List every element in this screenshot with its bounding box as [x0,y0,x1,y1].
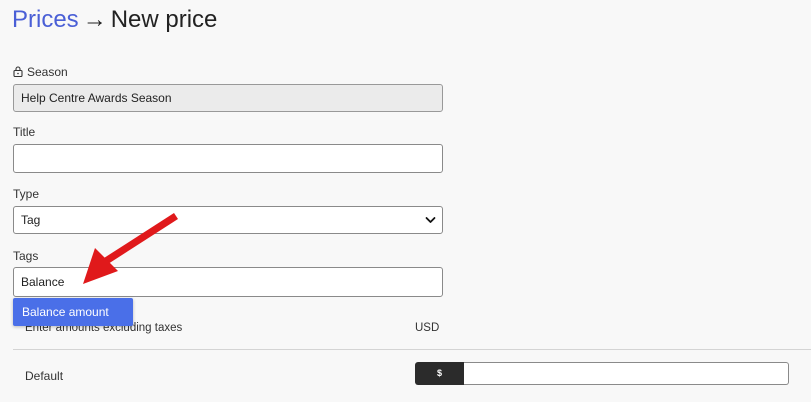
currency-symbol-badge: $ [415,362,464,385]
tags-input[interactable]: Balance [13,267,443,297]
title-label: Title [13,125,36,139]
season-label: Season [27,65,68,79]
title-input[interactable] [13,144,443,173]
default-price-label: Default [25,369,64,383]
type-select-value: Tag [21,213,41,227]
breadcrumb-arrow-icon: → [82,6,107,33]
default-price-group: $ [415,362,789,385]
tag-suggestion-item[interactable]: Balance amount [13,298,133,326]
lock-icon [13,66,23,77]
default-price-input[interactable] [464,362,789,385]
type-label: Type [13,187,40,201]
new-price-page: Prices → New price Season Help Centre Awar… [0,0,811,402]
season-field: Help Centre Awards Season [13,84,443,112]
season-label-wrapper: Season [13,65,68,79]
annotation-arrow-icon [83,213,178,284]
breadcrumb: Prices → New price [12,4,217,36]
tags-label: Tags [13,249,39,263]
breadcrumb-prices-link[interactable]: Prices [12,6,79,33]
page-title: New price [110,6,218,33]
currency-header: USD [415,322,440,334]
divider [13,349,811,350]
type-select[interactable]: Tag [13,206,443,234]
chevron-down-icon [425,217,436,223]
